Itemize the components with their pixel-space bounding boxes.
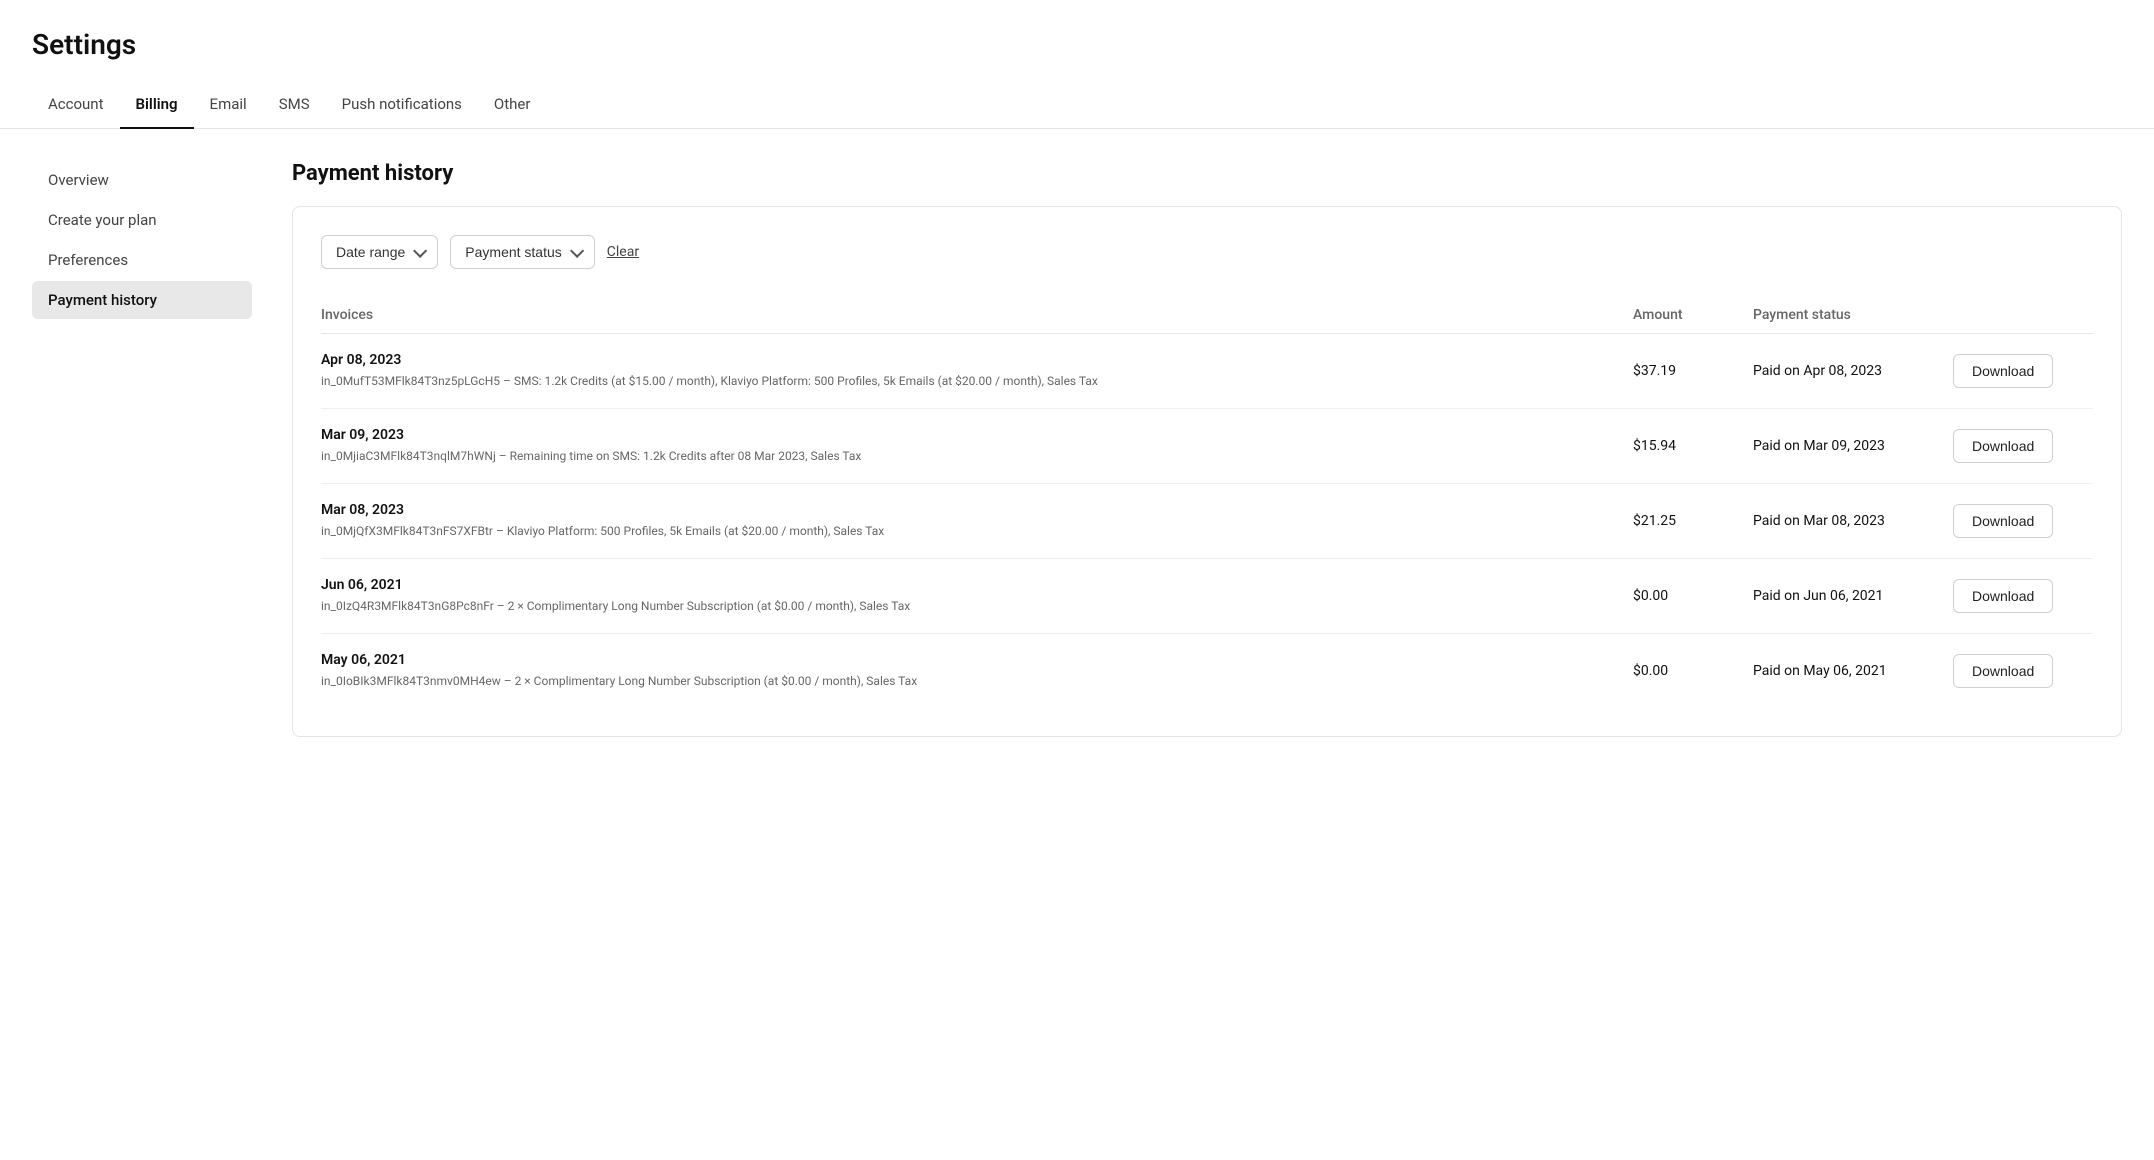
clear-filters-link[interactable]: Clear [607, 244, 639, 260]
table-row: Apr 08, 2023 in_0MufT53MFlk84T3nz5pLGcH5… [321, 334, 2093, 409]
chevron-down-icon [413, 244, 427, 258]
table-header: Invoices Amount Payment status [321, 297, 2093, 334]
main-content: Payment history Date range Payment statu… [292, 161, 2122, 737]
invoice-date: Apr 08, 2023 [321, 352, 1633, 368]
sidebar-item-overview[interactable]: Overview [32, 161, 252, 199]
date-range-filter[interactable]: Date range [321, 235, 438, 269]
invoice-amount: $15.94 [1633, 438, 1753, 454]
date-range-label: Date range [336, 244, 405, 260]
invoice-amount: $0.00 [1633, 588, 1753, 604]
invoice-cell: May 06, 2021 in_0IoBIk3MFlk84T3nmv0MH4ew… [321, 652, 1633, 690]
invoice-amount: $21.25 [1633, 513, 1753, 529]
top-navigation: Account Billing Email SMS Push notificat… [0, 81, 2154, 129]
invoice-id: in_0MjiaC3MFlk84T3nqlM7hWNj – Remaining … [321, 447, 1633, 465]
invoice-date: Mar 08, 2023 [321, 502, 1633, 518]
payment-status-filter[interactable]: Payment status [450, 235, 595, 269]
invoice-amount: $0.00 [1633, 663, 1753, 679]
filters: Date range Payment status Clear [321, 235, 2093, 269]
payment-status-value: Paid on Jun 06, 2021 [1753, 588, 1953, 604]
download-cell: Download [1953, 429, 2093, 463]
page-title: Settings [0, 0, 2154, 81]
invoice-date: Jun 06, 2021 [321, 577, 1633, 593]
invoice-cell: Jun 06, 2021 in_0IzQ4R3MFlk84T3nG8Pc8nFr… [321, 577, 1633, 615]
payment-history-card: Date range Payment status Clear Invoices… [292, 206, 2122, 737]
table-row: Jun 06, 2021 in_0IzQ4R3MFlk84T3nG8Pc8nFr… [321, 559, 2093, 634]
download-cell: Download [1953, 354, 2093, 388]
download-cell: Download [1953, 654, 2093, 688]
sidebar-item-preferences[interactable]: Preferences [32, 241, 252, 279]
download-cell: Download [1953, 504, 2093, 538]
download-button[interactable]: Download [1953, 504, 2053, 538]
invoice-cell: Mar 08, 2023 in_0MjQfX3MFlk84T3nFS7XFBtr… [321, 502, 1633, 540]
download-button[interactable]: Download [1953, 429, 2053, 463]
table-row: May 06, 2021 in_0IoBIk3MFlk84T3nmv0MH4ew… [321, 634, 2093, 708]
invoice-id: in_0MufT53MFlk84T3nz5pLGcH5 – SMS: 1.2k … [321, 372, 1633, 390]
sidebar-item-payment-history[interactable]: Payment history [32, 281, 252, 319]
chevron-down-icon [570, 244, 584, 258]
col-payment-status: Payment status [1753, 307, 1953, 323]
invoice-amount: $37.19 [1633, 363, 1753, 379]
section-title: Payment history [292, 161, 2122, 186]
table-row: Mar 08, 2023 in_0MjQfX3MFlk84T3nFS7XFBtr… [321, 484, 2093, 559]
payment-status-value: Paid on Mar 08, 2023 [1753, 513, 1953, 529]
download-button[interactable]: Download [1953, 354, 2053, 388]
payment-status-value: Paid on May 06, 2021 [1753, 663, 1953, 679]
nav-item-other[interactable]: Other [478, 81, 547, 129]
invoice-date: Mar 09, 2023 [321, 427, 1633, 443]
col-invoices: Invoices [321, 307, 1633, 323]
table-row: Mar 09, 2023 in_0MjiaC3MFlk84T3nqlM7hWNj… [321, 409, 2093, 484]
payment-status-value: Paid on Mar 09, 2023 [1753, 438, 1953, 454]
nav-item-email[interactable]: Email [194, 81, 263, 129]
invoice-id: in_0MjQfX3MFlk84T3nFS7XFBtr – Klaviyo Pl… [321, 522, 1633, 540]
download-button[interactable]: Download [1953, 654, 2053, 688]
payment-status-value: Paid on Apr 08, 2023 [1753, 363, 1953, 379]
nav-item-billing[interactable]: Billing [120, 81, 194, 129]
invoice-cell: Mar 09, 2023 in_0MjiaC3MFlk84T3nqlM7hWNj… [321, 427, 1633, 465]
invoice-id: in_0IzQ4R3MFlk84T3nG8Pc8nFr – 2 × Compli… [321, 597, 1633, 615]
sidebar: Overview Create your plan Preferences Pa… [32, 161, 252, 737]
sidebar-item-create-your-plan[interactable]: Create your plan [32, 201, 252, 239]
nav-item-sms[interactable]: SMS [263, 81, 326, 129]
nav-item-account[interactable]: Account [32, 81, 120, 129]
col-amount: Amount [1633, 307, 1753, 323]
invoice-id: in_0IoBIk3MFlk84T3nmv0MH4ew – 2 × Compli… [321, 672, 1633, 690]
download-button[interactable]: Download [1953, 579, 2053, 613]
invoice-cell: Apr 08, 2023 in_0MufT53MFlk84T3nz5pLGcH5… [321, 352, 1633, 390]
invoice-date: May 06, 2021 [321, 652, 1633, 668]
download-cell: Download [1953, 579, 2093, 613]
payment-status-label: Payment status [465, 244, 562, 260]
col-action [1953, 307, 2093, 323]
nav-item-push-notifications[interactable]: Push notifications [326, 81, 478, 129]
